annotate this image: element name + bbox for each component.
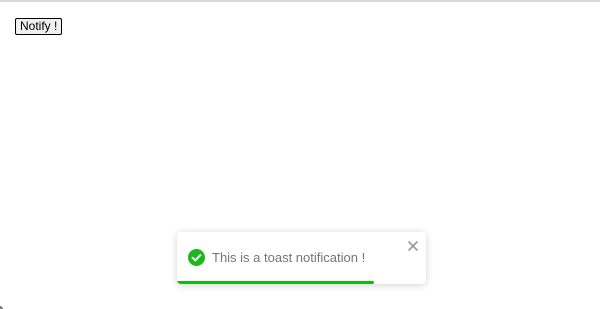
toast-notification[interactable]: This is a toast notification ! — [177, 232, 426, 284]
close-icon[interactable] — [407, 239, 419, 251]
toast-progress-fill — [177, 281, 374, 284]
toast-progress-bar — [177, 281, 426, 284]
notify-button[interactable]: Notify ! — [15, 18, 63, 35]
check-circle-icon — [188, 249, 205, 266]
toast-message: This is a toast notification ! — [212, 250, 366, 265]
app-window: Notify ! This is a toast notification ! — [0, 0, 600, 309]
